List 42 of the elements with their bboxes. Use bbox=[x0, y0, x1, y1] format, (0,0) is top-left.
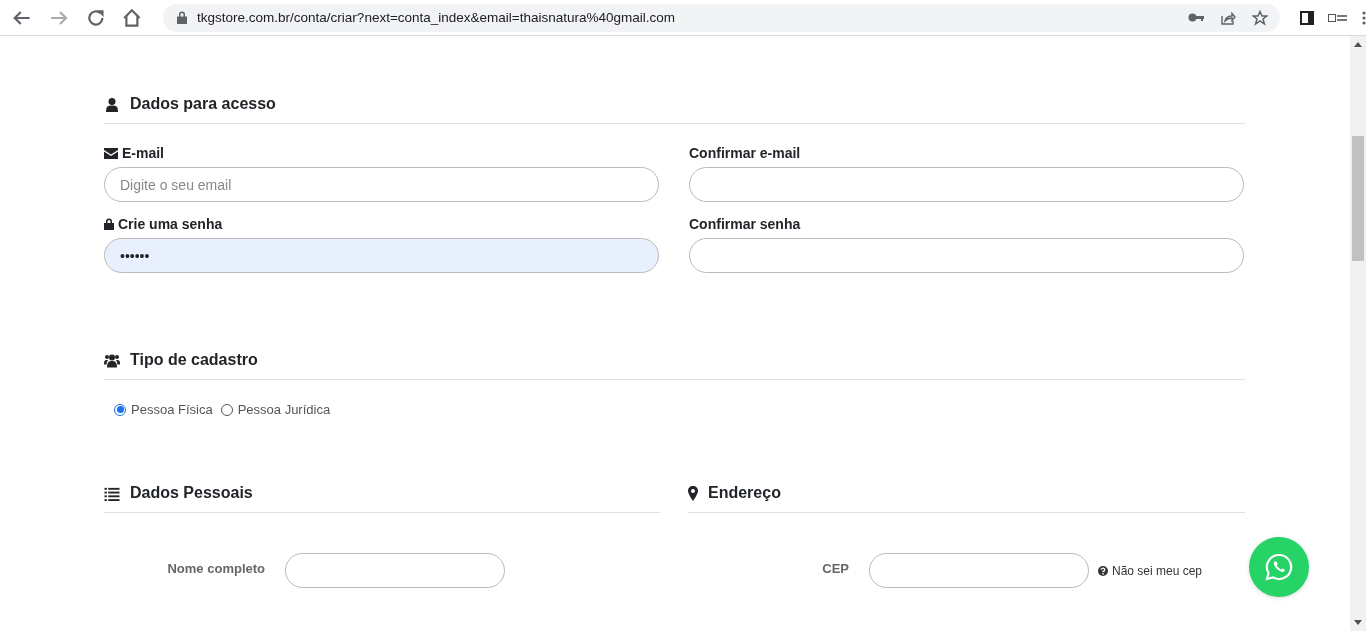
help-link[interactable]: Não sei meu cep bbox=[1112, 563, 1203, 578]
list-icon bbox=[104, 485, 120, 501]
field-label: E-mail bbox=[122, 145, 164, 161]
section-title: Tipo de cadastro bbox=[130, 351, 258, 369]
home-icon[interactable] bbox=[122, 7, 143, 28]
star-icon[interactable] bbox=[1252, 9, 1268, 26]
scrollbar[interactable] bbox=[1350, 36, 1366, 631]
input-field[interactable] bbox=[689, 167, 1244, 202]
section-title: Endereço bbox=[708, 484, 781, 502]
input-field[interactable]: •••••• bbox=[104, 238, 659, 273]
field-label: Confirmar e-mail bbox=[689, 145, 801, 161]
section-title: Dados para acesso bbox=[130, 95, 276, 113]
field-label: CEP bbox=[821, 561, 850, 576]
reload-icon[interactable] bbox=[85, 7, 106, 28]
input-field[interactable] bbox=[869, 553, 1089, 588]
radio-option[interactable]: Pessoa Física bbox=[114, 402, 213, 417]
scroll-up-icon[interactable] bbox=[1354, 41, 1362, 47]
user-icon bbox=[104, 96, 120, 112]
menu-icon[interactable] bbox=[1362, 10, 1366, 25]
lock-icon bbox=[177, 11, 188, 24]
envelope-icon bbox=[104, 147, 118, 159]
key-icon[interactable] bbox=[1188, 13, 1204, 22]
users-icon bbox=[104, 352, 120, 368]
question-icon bbox=[1098, 565, 1108, 576]
url-text: tkgstore.com.br/conta/criar?next=conta_index&email=thaisnatura%40gmail.com bbox=[197, 10, 677, 25]
scrollbar-thumb[interactable] bbox=[1352, 136, 1364, 261]
chat-icon bbox=[1264, 552, 1294, 582]
radio-option[interactable]: Pessoa Jurídica bbox=[220, 402, 331, 417]
share-icon[interactable] bbox=[1220, 9, 1236, 26]
field-label: Nome completo bbox=[166, 561, 266, 576]
side-panel-icon[interactable] bbox=[1300, 10, 1314, 25]
lock-icon bbox=[104, 218, 114, 230]
extension-icon[interactable] bbox=[1328, 12, 1348, 23]
input-field[interactable] bbox=[689, 238, 1244, 273]
section-title: Dados Pessoais bbox=[130, 484, 253, 502]
field-label: Crie uma senha bbox=[118, 216, 223, 232]
input-field[interactable] bbox=[285, 553, 505, 588]
scroll-down-icon[interactable] bbox=[1354, 620, 1362, 626]
input-field[interactable]: Digite o seu email bbox=[104, 167, 659, 202]
field-label: Confirmar senha bbox=[689, 216, 801, 232]
map-pin-icon bbox=[688, 485, 698, 501]
address-bar[interactable]: tkgstore.com.br/conta/criar?next=conta_index&email=thaisnatura%40gmail.com bbox=[163, 3, 1280, 32]
